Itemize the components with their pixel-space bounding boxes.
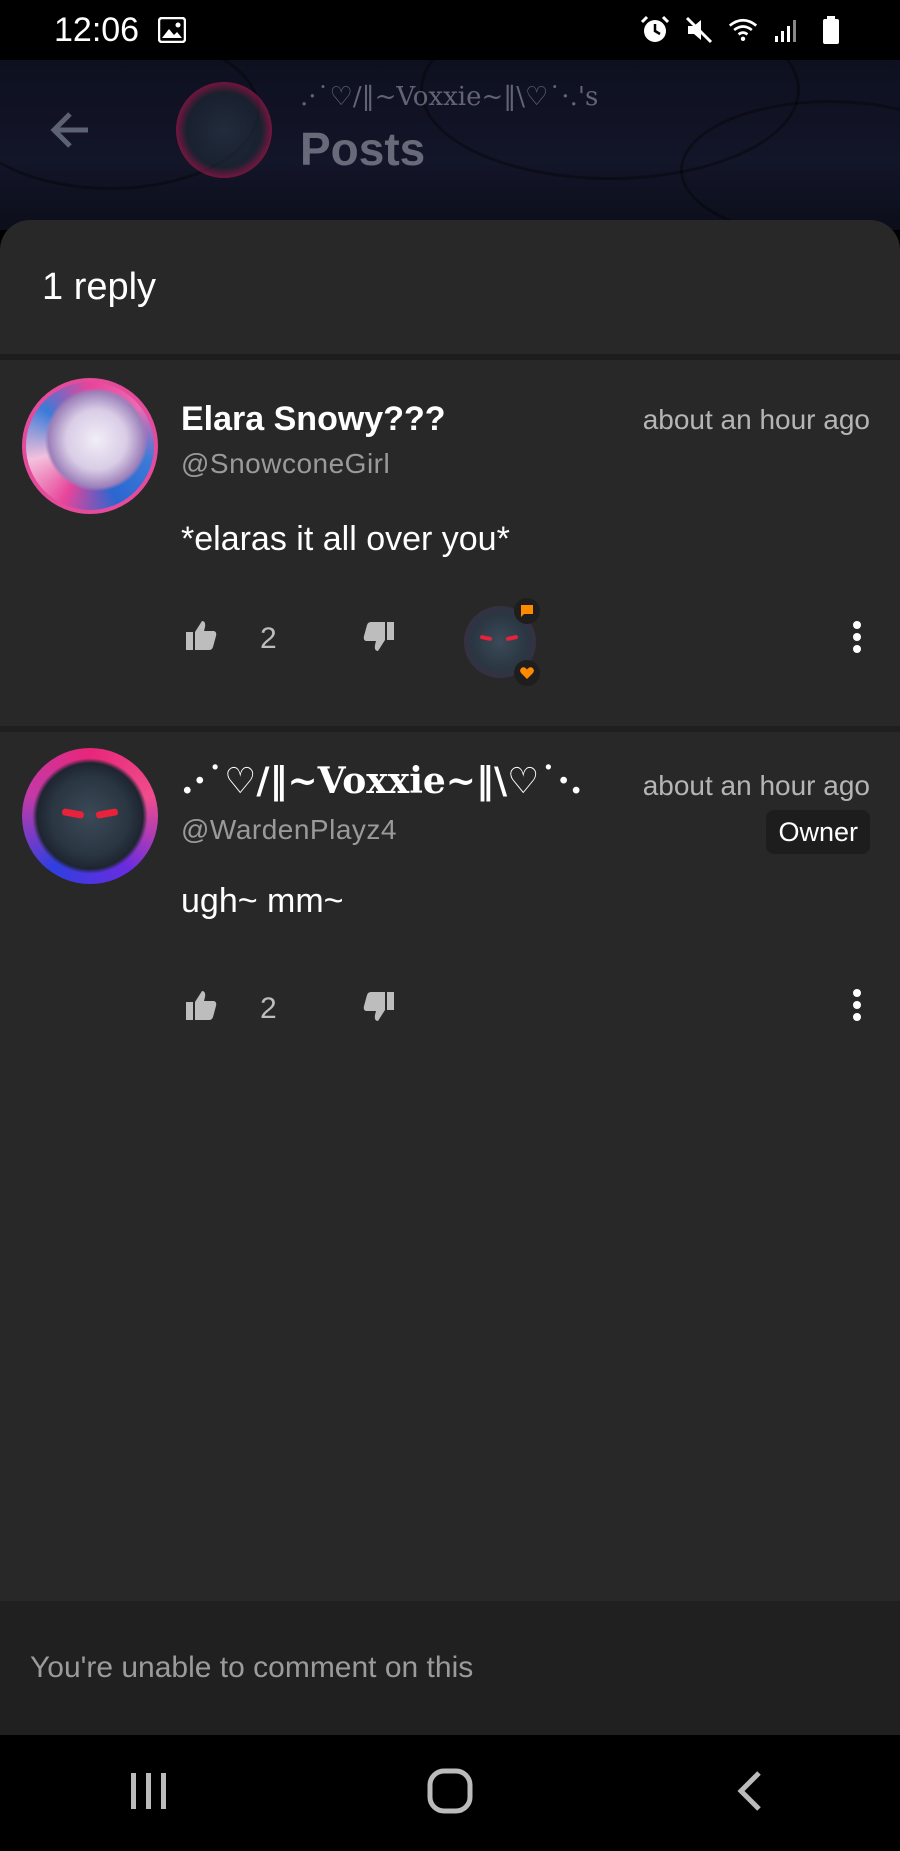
thumbs-up-icon [186, 991, 217, 1020]
like-count: 2 [260, 622, 277, 655]
status-time: 12:06 [54, 10, 140, 49]
sheet-header: 1 reply [0, 220, 900, 360]
post-header-background: .·˙♡/‖~Voxxie~‖\♡˙·.'s Posts [0, 60, 900, 230]
header-avatar [176, 82, 272, 178]
comment-handle[interactable]: @WardenPlayz4 [181, 814, 397, 846]
battery-icon [816, 15, 846, 45]
reactor-avatar[interactable] [464, 598, 540, 686]
back-arrow-icon[interactable] [46, 106, 94, 154]
home-icon[interactable] [426, 1767, 474, 1820]
back-icon[interactable] [729, 1769, 773, 1818]
like-button[interactable] [184, 988, 218, 1022]
comment-text: ugh~ mm~ [181, 882, 344, 920]
reply-count: 1 reply [42, 265, 157, 308]
comment-item: .·˙♡/‖~Voxxie~‖\♡˙·. @WardenPlayz4 about… [0, 732, 900, 1104]
thumbs-up-icon [186, 621, 217, 650]
comment-disabled-bar: You're unable to comment on this [0, 1601, 900, 1735]
chat-badge-icon [514, 598, 540, 624]
comment-item: Elara Snowy??? @SnowconeGirl about an ho… [0, 360, 900, 732]
alarm-icon [640, 15, 670, 45]
more-options-icon[interactable] [852, 988, 862, 1022]
navigation-bar [0, 1735, 900, 1851]
status-bar: 12:06 [0, 0, 900, 60]
comment-timestamp: about an hour ago [642, 404, 870, 435]
dislike-button[interactable] [362, 990, 396, 1024]
avatar[interactable] [22, 378, 158, 514]
comment-username[interactable]: Elara Snowy??? [181, 400, 446, 439]
more-options-icon[interactable] [852, 620, 862, 654]
header-title: Posts [300, 123, 426, 175]
thumbs-down-icon [363, 622, 394, 651]
owner-badge: Owner [766, 810, 870, 854]
avatar[interactable] [22, 748, 158, 884]
comment-disabled-message: You're unable to comment on this [30, 1651, 474, 1684]
mute-icon [684, 15, 714, 45]
comment-text: *elaras it all over you* [181, 520, 510, 558]
like-button[interactable] [184, 618, 218, 652]
dislike-button[interactable] [362, 620, 396, 654]
heart-badge-icon [514, 660, 540, 686]
comment-username[interactable]: .·˙♡/‖~Voxxie~‖\♡˙·. [181, 760, 582, 802]
recent-apps-icon[interactable] [127, 1769, 171, 1818]
like-count: 2 [260, 992, 277, 1025]
image-icon [157, 15, 187, 45]
wifi-icon [728, 15, 758, 45]
signal-icon [772, 15, 802, 45]
comment-handle[interactable]: @SnowconeGirl [181, 448, 390, 480]
thumbs-down-icon [363, 992, 394, 1021]
comment-timestamp: about an hour ago [642, 770, 870, 801]
replies-sheet: 1 reply Elara Snowy??? @SnowconeGirl abo… [0, 220, 900, 1735]
header-owner-name: .·˙♡/‖~Voxxie~‖\♡˙·.'s [300, 82, 599, 112]
